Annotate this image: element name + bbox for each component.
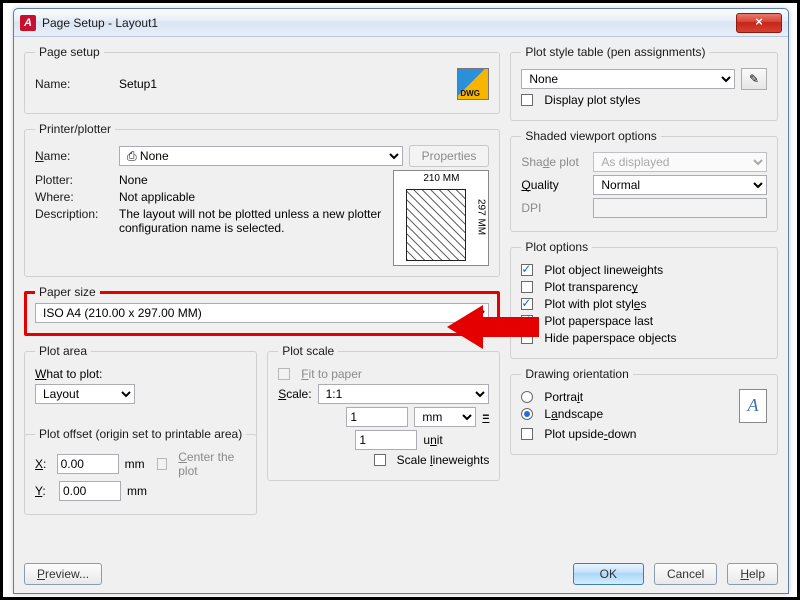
plot-lineweights-checkbox[interactable] (521, 264, 533, 276)
plotter-value: None (119, 173, 148, 187)
center-plot-checkbox (157, 458, 168, 470)
center-plot-label: Center the plot (178, 450, 246, 478)
titlebar: A Page Setup - Layout1 × (14, 9, 788, 37)
plot-style-select[interactable]: None (521, 69, 735, 89)
plot-upside-down-checkbox[interactable] (521, 428, 533, 440)
plot-options-group: Plot options Plot object lineweights Plo… (510, 240, 778, 359)
where-label: Where: (35, 190, 113, 204)
plot-lineweights-label: Plot object lineweights (544, 263, 663, 277)
printer-name-label: Name: (35, 149, 113, 163)
shaded-viewport-legend: Shaded viewport options (521, 129, 660, 143)
plot-transparency-checkbox[interactable] (521, 281, 533, 293)
display-plot-styles-checkbox[interactable] (521, 94, 533, 106)
orientation-legend: Drawing orientation (521, 367, 632, 381)
scale-den-unit: unit (423, 433, 489, 447)
paper-size-group: Paper size ISO A4 (210.00 x 297.00 MM) (24, 285, 500, 336)
scale-lineweights-checkbox[interactable] (374, 454, 386, 466)
plot-transparency-label: Plot transparency (544, 280, 637, 294)
preview-height: 297 MM (475, 199, 486, 235)
preview-width: 210 MM (394, 173, 488, 184)
portrait-radio[interactable] (521, 391, 533, 403)
paper-preview: 210 MM 297 MM (393, 170, 489, 266)
where-value: Not applicable (119, 190, 195, 204)
offset-y-unit: mm (127, 484, 147, 498)
plot-style-legend: Plot style table (pen assignments) (521, 45, 709, 59)
close-button[interactable]: × (736, 13, 782, 33)
equals-sign: = (482, 410, 489, 424)
page-setup-name-label: Name: (35, 77, 113, 91)
plot-options-legend: Plot options (521, 240, 592, 254)
preview-button[interactable]: Preview... (24, 563, 102, 585)
printer-group: Printer/plotter Name: ⎙ None Properties … (24, 122, 500, 277)
dpi-label: DPI (521, 201, 587, 215)
plot-offset-group: Plot offset (origin set to printable are… (24, 427, 257, 515)
what-to-plot-select[interactable]: Layout (35, 384, 135, 404)
hide-paperspace-label: Hide paperspace objects (544, 331, 676, 345)
window-title: Page Setup - Layout1 (42, 16, 158, 30)
printer-name-select[interactable]: ⎙ None (119, 146, 403, 166)
scale-unit-select[interactable]: mm (414, 407, 476, 427)
portrait-label: Portrait (544, 390, 583, 404)
what-to-plot-label: What to plot: (35, 367, 102, 381)
fit-to-paper-label: Fit to paper (301, 367, 362, 381)
dialog-window: A Page Setup - Layout1 × Page setup Name… (13, 8, 789, 594)
dialog-footer: Preview... OK Cancel Help (24, 563, 778, 585)
plot-area-legend: Plot area (35, 344, 91, 358)
orientation-group: Drawing orientation Portrait Landscape A… (510, 367, 778, 455)
scale-lineweights-label: Scale lineweights (397, 453, 490, 467)
paper-size-legend: Paper size (35, 285, 100, 299)
scale-select[interactable]: 1:1 (318, 384, 490, 404)
plotter-label: Plotter: (35, 173, 113, 187)
plot-upside-down-label: Plot upside-down (544, 427, 636, 441)
shaded-viewport-group: Shaded viewport options Shade plot As dis… (510, 129, 778, 232)
scale-numerator-input[interactable] (346, 407, 408, 427)
ok-button[interactable]: OK (573, 563, 644, 585)
page-setup-name-value: Setup1 (119, 77, 157, 91)
plot-offset-legend: Plot offset (origin set to printable are… (35, 427, 246, 441)
quality-label: Quality (521, 178, 587, 192)
page-setup-legend: Page setup (35, 45, 104, 59)
landscape-radio[interactable] (521, 408, 533, 420)
plot-style-group: Plot style table (pen assignments) None … (510, 45, 778, 121)
scale-label: Scale: (278, 387, 311, 401)
shade-plot-select: As displayed (593, 152, 767, 172)
offset-y-input[interactable] (59, 481, 121, 501)
description-value: The layout will not be plotted unless a … (119, 207, 383, 235)
plot-scale-group: Plot scale Fit to paper Scale: 1:1 mm = … (267, 344, 500, 481)
plot-with-styles-label: Plot with plot styles (544, 297, 646, 311)
orientation-icon: A (739, 389, 767, 423)
help-button[interactable]: Help (727, 563, 778, 585)
properties-button[interactable]: Properties (409, 145, 490, 167)
fit-to-paper-checkbox (278, 368, 290, 380)
printer-legend: Printer/plotter (35, 122, 115, 136)
quality-select[interactable]: Normal (593, 175, 767, 195)
plot-scale-legend: Plot scale (278, 344, 338, 358)
landscape-label: Landscape (544, 407, 603, 421)
shade-plot-label: Shade plot (521, 155, 587, 169)
dpi-input (593, 198, 767, 218)
annotation-arrow (447, 305, 539, 349)
offset-x-label: X: (35, 457, 51, 471)
cancel-button[interactable]: Cancel (654, 563, 717, 585)
offset-x-input[interactable] (57, 454, 119, 474)
description-label: Description: (35, 207, 113, 221)
plot-paperspace-last-label: Plot paperspace last (544, 314, 653, 328)
page-setup-group: Page setup Name: Setup1 (24, 45, 500, 114)
paper-size-select[interactable]: ISO A4 (210.00 x 297.00 MM) (35, 303, 489, 323)
offset-y-label: Y: (35, 484, 53, 498)
app-icon: A (20, 15, 36, 31)
pen-icon: ✎ (749, 72, 759, 86)
display-plot-styles-label: Display plot styles (544, 93, 640, 107)
scale-denominator-input[interactable] (355, 430, 417, 450)
dwg-icon (457, 68, 489, 100)
edit-style-button[interactable]: ✎ (741, 68, 767, 90)
offset-x-unit: mm (125, 457, 145, 471)
